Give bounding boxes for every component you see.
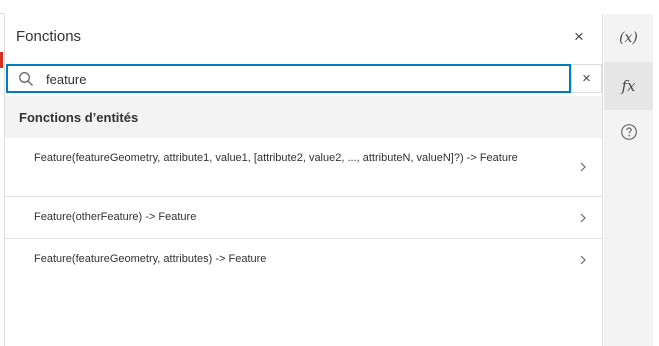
- expression-editor: Fonctions × × Fonctions d’entités Featu: [0, 0, 659, 346]
- help-circle-icon: [620, 124, 637, 140]
- function-list: Feature(featureGeometry, attribute1, val…: [5, 138, 602, 280]
- search-icon: [19, 72, 33, 86]
- list-item[interactable]: Feature(featureGeometry, attribute1, val…: [5, 138, 602, 197]
- close-button[interactable]: ×: [570, 27, 588, 46]
- search-box: [6, 64, 571, 93]
- chevron-right-icon: [580, 255, 586, 265]
- panel-title: Fonctions: [16, 28, 82, 45]
- list-item[interactable]: Feature(otherFeature) -> Feature: [5, 197, 602, 239]
- help-button[interactable]: [604, 112, 653, 152]
- panel-header: Fonctions ×: [5, 14, 602, 62]
- clear-icon: ×: [582, 70, 591, 87]
- variables-button[interactable]: (x): [604, 14, 653, 62]
- functions-icon: fx: [621, 77, 636, 95]
- chevron-right-icon: [580, 213, 586, 223]
- error-marker: [0, 52, 3, 68]
- function-signature: Feature(featureGeometry, attribute1, val…: [34, 152, 518, 164]
- functions-button[interactable]: fx: [604, 62, 653, 110]
- list-item[interactable]: Feature(featureGeometry, attributes) -> …: [5, 239, 602, 280]
- function-signature: Feature(featureGeometry, attributes) -> …: [34, 253, 267, 265]
- close-icon: ×: [574, 27, 584, 46]
- function-signature: Feature(otherFeature) -> Feature: [34, 211, 197, 223]
- side-toolbar: (x) fx: [604, 14, 653, 346]
- clear-search-button[interactable]: ×: [571, 64, 602, 93]
- group-title: Fonctions d’entités: [19, 110, 139, 125]
- group-header: Fonctions d’entités: [5, 96, 602, 138]
- variables-icon: (x): [619, 30, 638, 46]
- functions-panel: Fonctions × × Fonctions d’entités Featu: [4, 14, 603, 346]
- right-edge: [653, 0, 659, 346]
- search-input[interactable]: [46, 68, 526, 90]
- chevron-right-icon: [580, 162, 586, 172]
- search-bar: ×: [5, 62, 602, 96]
